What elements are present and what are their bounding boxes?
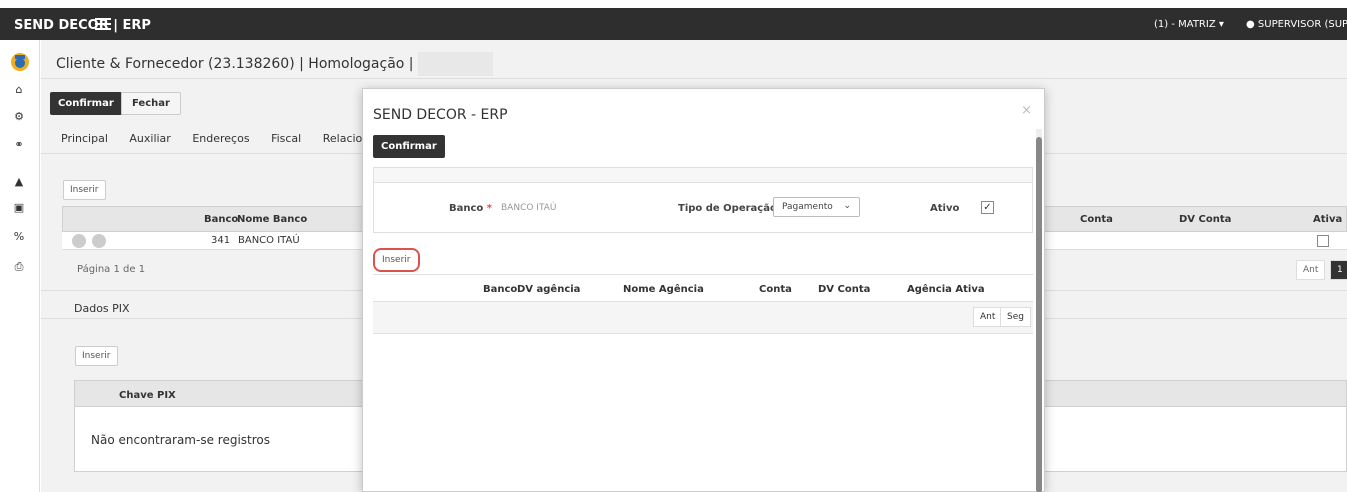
redacted-field	[417, 52, 493, 76]
home-icon[interactable]: ⌂	[12, 83, 26, 97]
pager-text: Página 1 de 1	[77, 264, 146, 275]
col-conta[interactable]: Conta	[1080, 214, 1113, 225]
close-icon[interactable]: ×	[1021, 103, 1032, 118]
col-chave-pix[interactable]: Chave PIX	[119, 390, 176, 401]
col-banco[interactable]: Banco	[483, 284, 517, 295]
operation-type-value: Pagamento	[782, 202, 833, 212]
pager-next-button[interactable]: Seg	[1000, 307, 1031, 327]
user-menu[interactable]: ● SUPERVISOR (SUPE	[1246, 19, 1347, 30]
top-strip	[0, 0, 1347, 8]
cell-nome-banco: BANCO ITAÚ	[238, 235, 300, 246]
close-button[interactable]: Fechar	[121, 92, 181, 115]
tab-fiscal[interactable]: Fiscal	[271, 132, 301, 145]
page-title: Cliente & Fornecedor (23.138260) | Homol…	[56, 52, 493, 76]
bank-icon[interactable]: ▣	[12, 201, 26, 215]
col-dv-conta[interactable]: DV Conta	[1179, 214, 1231, 225]
tab-bar: Principal Auxiliar Endereços Fiscal Rela…	[61, 132, 401, 145]
app-brand[interactable]: SEND DECOR | ERP	[14, 18, 151, 33]
cubes-icon[interactable]: ▲	[12, 175, 26, 189]
modal-confirm-button[interactable]: Confirmar	[373, 135, 445, 158]
bank-label: Banco *	[449, 203, 493, 214]
pager-prev-button[interactable]: Ant	[1296, 260, 1326, 280]
tab-auxiliar[interactable]: Auxiliar	[129, 132, 170, 145]
app-logo-icon[interactable]	[10, 52, 30, 72]
col-dv-agencia[interactable]: DV agência	[517, 284, 580, 295]
delete-row-icon[interactable]	[72, 234, 86, 248]
edit-row-icon[interactable]	[92, 234, 106, 248]
company-selector[interactable]: (1) - MATRIZ ▾	[1154, 19, 1224, 30]
scrollbar-thumb[interactable]	[1036, 137, 1042, 492]
insert-pix-button[interactable]: Inserir	[75, 346, 118, 366]
agency-grid-pager: Ant Seg	[373, 302, 1033, 334]
pager-prev-button[interactable]: Ant	[973, 307, 1003, 327]
active-label: Ativo	[930, 203, 960, 214]
divider	[41, 78, 1347, 79]
insert-bank-button[interactable]: Inserir	[63, 180, 106, 200]
active-checkbox[interactable]: ✓	[981, 201, 994, 214]
handshake-icon[interactable]: ⚭	[12, 138, 26, 152]
modal-dialog: SEND DECOR - ERP × Confirmar Banco * BAN…	[362, 88, 1045, 492]
operation-type-select[interactable]: Pagamento ⌄	[773, 197, 860, 217]
user-name: SUPERVISOR (SUPE	[1257, 19, 1347, 30]
col-nome-banco[interactable]: Nome Banco	[237, 214, 307, 225]
page-title-text: Cliente & Fornecedor (23.138260) | Homol…	[56, 56, 414, 72]
percent-icon[interactable]: %	[12, 230, 26, 244]
empty-message: Não encontraram-se registros	[91, 433, 270, 447]
modal-insert-button[interactable]: Inserir	[373, 248, 420, 272]
operation-type-label: Tipo de Operação	[678, 203, 777, 214]
agency-grid-header: Banco DV agência Nome Agência Conta DV C…	[373, 274, 1033, 302]
hamburger-menu-icon[interactable]	[95, 18, 111, 30]
settings-icon[interactable]: ⚙	[12, 110, 26, 124]
pix-section-title: Dados PIX	[74, 302, 130, 315]
form-header-band	[373, 167, 1033, 183]
cell-ativa-checkbox[interactable]	[1317, 235, 1329, 247]
pager-page-1[interactable]: 1	[1330, 260, 1347, 280]
cell-banco: 341	[211, 235, 231, 246]
chevron-down-icon: ⌄	[843, 201, 851, 211]
col-nome-agencia[interactable]: Nome Agência	[623, 284, 704, 295]
col-ativa[interactable]: Ativa	[1313, 214, 1342, 225]
col-banco[interactable]: Banco	[204, 214, 238, 225]
print-icon[interactable]: ⎙	[12, 260, 26, 274]
sidebar: ⌂ ⚙ ⚭ ▲ ▣ % ⎙	[0, 40, 40, 492]
top-navbar: SEND DECOR | ERP (1) - MATRIZ ▾ ● SUPERV…	[0, 0, 1347, 40]
user-icon: ●	[1246, 19, 1258, 30]
col-agencia-ativa[interactable]: Agência Ativa	[907, 284, 985, 295]
bank-value[interactable]: BANCO ITAÚ	[501, 203, 557, 213]
col-dv-conta[interactable]: DV Conta	[818, 284, 870, 295]
col-conta[interactable]: Conta	[759, 284, 792, 295]
tab-principal[interactable]: Principal	[61, 132, 108, 145]
confirm-button[interactable]: Confirmar	[50, 92, 122, 115]
modal-title: SEND DECOR - ERP	[373, 107, 508, 123]
bank-account-form: Banco * BANCO ITAÚ Tipo de Operação Paga…	[373, 183, 1033, 233]
tab-enderecos[interactable]: Endereços	[192, 132, 249, 145]
